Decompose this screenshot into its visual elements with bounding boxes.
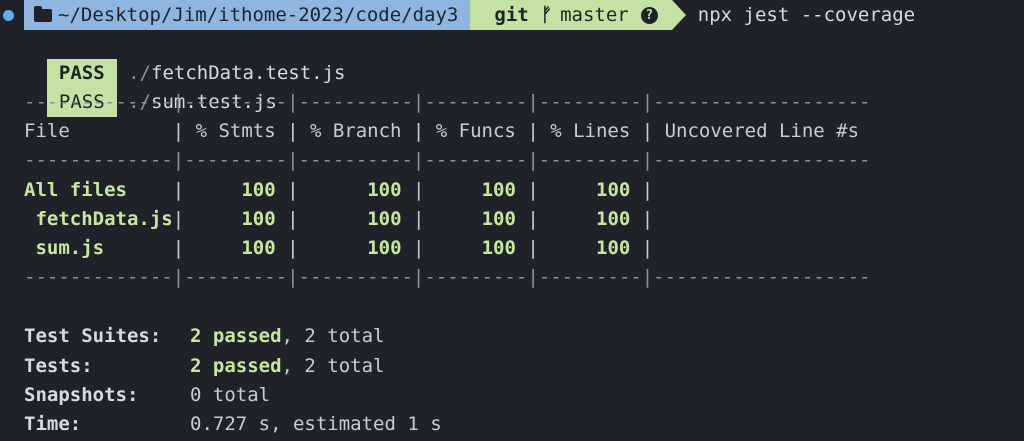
test-file-result: PASS ./sum.test.js [24,59,277,117]
coverage-funcs: 100 [481,179,516,201]
coverage-row: fetchData.js| 100 | 100 | 100 | 100 | [24,208,665,230]
coverage-table-rule: -------------|---------|----------|-----… [24,91,871,113]
coverage-file: fetchData.js [24,208,173,230]
coverage-table-header: File | % Stmts | % Branch | % Funcs | % … [24,120,871,142]
command-text: npx jest --coverage [697,4,916,26]
git-branch: master [560,4,629,26]
coverage-branch: 100 [367,179,402,201]
coverage-lines: 100 [596,237,631,259]
coverage-funcs: 100 [481,208,516,230]
coverage-lines: 100 [596,179,631,201]
prompt-git-segment: git ᚠ master ? [470,0,687,30]
prompt-indicator-icon [3,9,14,21]
branch-icon: ᚠ [540,4,553,26]
coverage-lines: 100 [596,208,631,230]
summary-total: , 2 total [281,325,385,347]
untracked-status-icon: ? [640,6,658,24]
summary-label: Tests: [24,355,93,377]
summary-label: Test Suites: [24,325,162,347]
summary-tests: Tests: 2 passed, 2 total [24,352,384,381]
folder-icon [34,5,52,22]
coverage-file: sum.js [24,237,173,259]
coverage-branch: 100 [367,208,402,230]
shell-prompt: ~/Desktop/Jim/ithome-2023/code/day3 git … [0,0,915,30]
summary-passed: 2 passed [190,355,282,377]
summary-test-suites: Test Suites: 2 passed, 2 total [24,322,384,351]
coverage-table-rule: -------------|---------|----------|-----… [24,266,871,288]
coverage-funcs: 100 [481,237,516,259]
coverage-stmts: 100 [241,237,276,259]
summary-label: Time: [24,413,82,435]
summary-snapshots: Snapshots: 0 total [24,381,270,410]
coverage-file: All files [24,179,162,201]
coverage-row: All files | 100 | 100 | 100 | 100 | [24,179,665,201]
summary-time: Time: 0.727 s, estimated 1 s [24,410,442,439]
test-file-result: PASS ./fetchData.test.js [24,30,345,88]
summary-total: , 2 total [281,355,385,377]
coverage-stmts: 100 [241,208,276,230]
coverage-stmts: 100 [241,179,276,201]
prompt-directory-segment: ~/Desktop/Jim/ithome-2023/code/day3 [24,0,485,30]
coverage-table-rule: -------------|---------|----------|-----… [24,149,871,171]
summary-value: 0.727 s, estimated 1 s [190,413,442,435]
prompt-directory: ~/Desktop/Jim/ithome-2023/code/day3 [58,4,459,26]
coverage-branch: 100 [367,237,402,259]
git-label: git [494,4,529,26]
summary-value: 0 total [190,384,271,406]
coverage-row: sum.js | 100 | 100 | 100 | 100 | [24,237,665,259]
summary-label: Snapshots: [24,384,139,406]
summary-passed: 2 passed [190,325,282,347]
